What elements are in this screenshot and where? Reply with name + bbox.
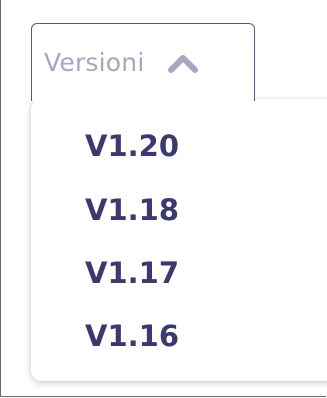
menu-item-v1-16[interactable]: V1.16 <box>85 322 179 351</box>
menu-item-v1-20[interactable]: V1.20 <box>85 132 179 161</box>
menu-item-v1-17[interactable]: V1.17 <box>85 259 179 288</box>
menu-item-v1-18[interactable]: V1.18 <box>85 196 179 225</box>
chevron-up-icon <box>166 51 200 75</box>
version-dropdown-menu: V1.20 V1.18 V1.17 V1.16 <box>31 99 327 381</box>
window-frame: V1.20 V1.18 V1.17 V1.16 Versioni <box>0 0 327 397</box>
version-select-button[interactable]: Versioni <box>31 23 255 101</box>
version-select-label: Versioni <box>44 48 145 77</box>
